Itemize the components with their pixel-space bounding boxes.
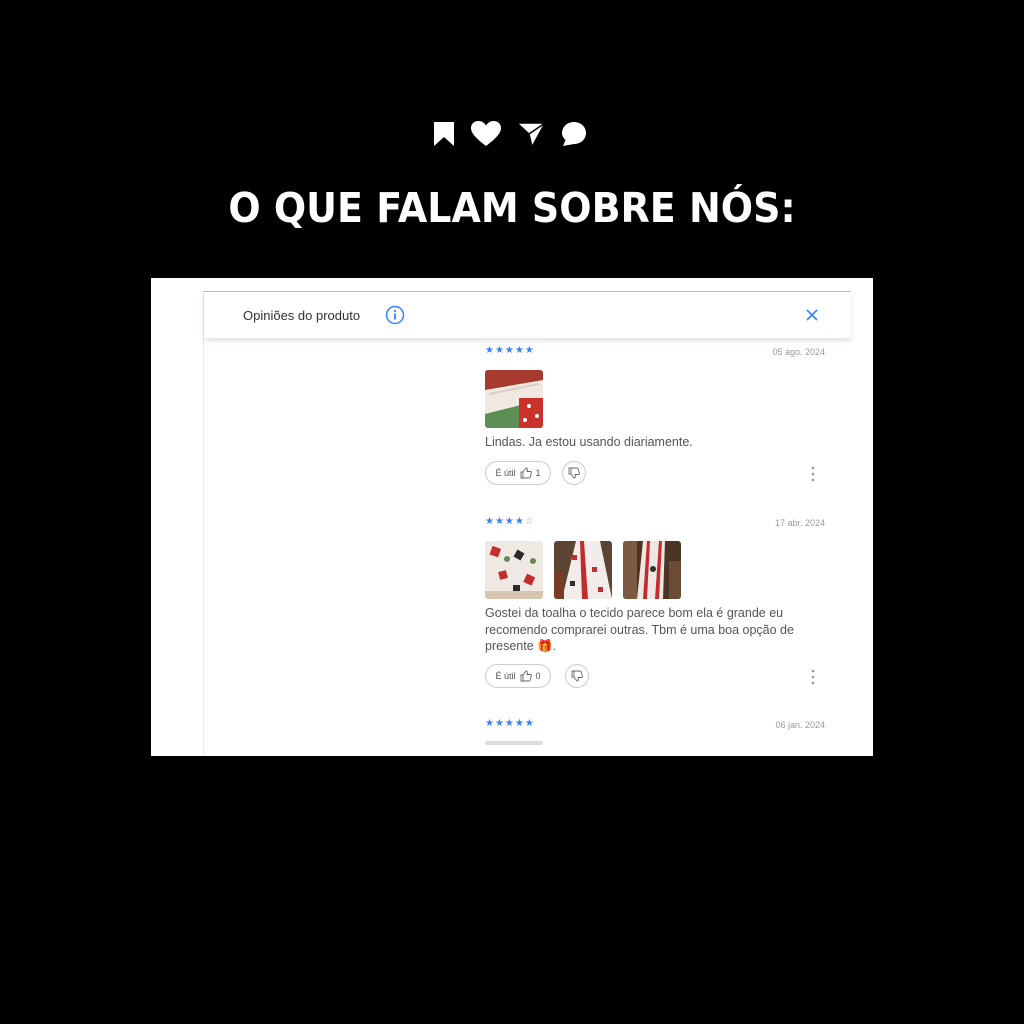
social-icons [432, 118, 592, 150]
panel-title: Opiniões do produto [243, 308, 361, 323]
thumbs-up-icon [520, 670, 532, 682]
helpful-label: É útil [495, 468, 516, 478]
helpful-count: 0 [535, 671, 541, 681]
review-photo[interactable] [485, 370, 543, 428]
star-rating: ★★★★★ [485, 718, 535, 729]
review-item: ★★★★☆ 17 abr. 2024 Gostei da toalha o te… [485, 517, 825, 697]
helpful-button[interactable]: É útil 1 [485, 461, 551, 485]
review-photo[interactable] [485, 741, 543, 745]
review-item: ★★★★★ 06 jan. 2024 [485, 719, 825, 756]
star-rating: ★★★★★ [485, 345, 535, 356]
helpful-count: 1 [535, 468, 541, 478]
more-options-icon[interactable] [811, 669, 815, 685]
star-rating: ★★★★☆ [485, 516, 535, 527]
review-item: ★★★★★ 05 ago. 2024 Lindas. Ja estou usan… [485, 346, 825, 496]
review-photo[interactable] [485, 541, 543, 599]
info-icon[interactable] [385, 305, 405, 325]
review-date: 17 abr. 2024 [774, 518, 825, 528]
helpful-button[interactable]: É útil 0 [485, 664, 551, 688]
dislike-button[interactable] [565, 664, 589, 688]
review-photos [485, 541, 681, 599]
review-photos [485, 370, 543, 428]
reviews-screenshot: Opiniões do produto ★★★★★ 05 ago. 2024 L… [151, 278, 873, 756]
left-divider [203, 292, 204, 756]
review-photo[interactable] [623, 541, 681, 599]
thumbs-down-icon [571, 670, 583, 682]
bookmark-icon[interactable] [432, 120, 456, 148]
review-date: 06 jan. 2024 [775, 720, 825, 730]
page-headline: O QUE FALAM SOBRE NÓS: [228, 184, 796, 232]
send-icon[interactable] [516, 120, 546, 148]
comment-icon[interactable] [560, 120, 588, 148]
more-options-icon[interactable] [811, 466, 815, 482]
dislike-button[interactable] [562, 461, 586, 485]
review-date: 05 ago. 2024 [772, 347, 825, 357]
thumbs-down-icon [568, 467, 580, 479]
review-photo[interactable] [554, 541, 612, 599]
heart-icon[interactable] [470, 120, 502, 148]
panel-header: Opiniões do produto [204, 292, 851, 338]
thumbs-up-icon [520, 467, 532, 479]
review-text: Gostei da toalha o tecido parece bom ela… [485, 606, 794, 653]
review-text: Lindas. Ja estou usando diariamente. [485, 435, 693, 449]
helpful-label: É útil [495, 671, 516, 681]
close-icon[interactable] [804, 307, 820, 323]
